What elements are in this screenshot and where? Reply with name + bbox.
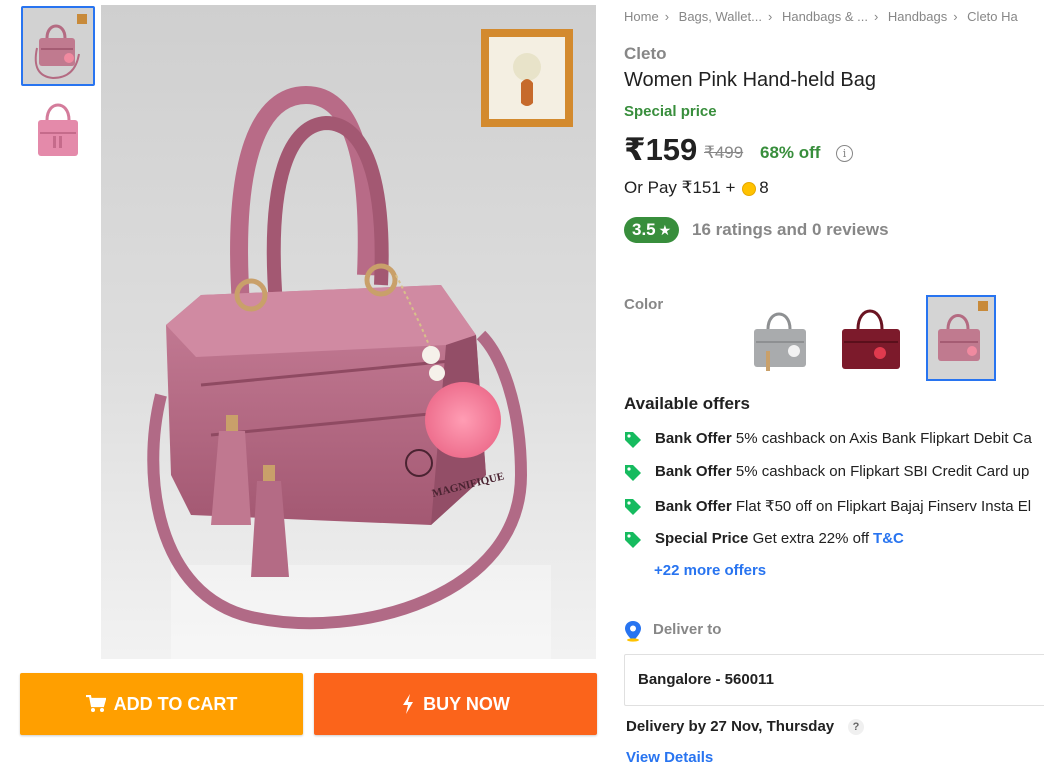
breadcrumb: Home › Bags, Wallet... › Handbags & ... › H… <box>624 9 1018 24</box>
coin-icon <box>742 181 757 196</box>
tag-icon <box>625 432 641 448</box>
terms-link[interactable]: T&C <box>873 530 904 547</box>
color-option-grey[interactable] <box>746 295 816 381</box>
add-to-cart-label: ADD TO CART <box>113 693 238 714</box>
offer-type: Special Price <box>655 530 749 547</box>
breadcrumb-separator: › <box>767 9 773 24</box>
breadcrumb-handbags[interactable]: Handbags <box>888 9 947 24</box>
offer-type: Bank Offer <box>655 498 732 515</box>
tag-icon <box>625 532 641 548</box>
grey-bag-image <box>754 312 806 371</box>
more-offers-link[interactable]: +22 more offers <box>654 562 766 579</box>
rating-value: 3.5 <box>632 220 656 239</box>
location-pin-icon <box>625 621 641 642</box>
offer-type: Bank Offer <box>655 463 732 480</box>
offer-text: Flat ₹50 off on Flipkart Bajaj Finserv I… <box>735 498 1032 515</box>
tag-icon <box>625 465 641 481</box>
breadcrumb-separator: › <box>664 9 670 24</box>
thumbnail-1[interactable] <box>21 6 95 86</box>
tag-icon <box>625 499 641 515</box>
brand-name: Cleto <box>624 44 667 63</box>
ratings-count[interactable]: 16 ratings and 0 reviews <box>692 220 889 240</box>
deliver-to-label: Deliver to <box>653 621 722 638</box>
or-pay-coins: 8 <box>759 178 769 197</box>
buy-now-label: BUY NOW <box>423 693 510 714</box>
thumbnail-bag-image <box>23 8 93 84</box>
handbag-image: MAGNIFIQUE <box>147 29 573 659</box>
offer-type: Bank Offer <box>655 430 732 447</box>
or-pay-text: Or Pay ₹151 + 8 <box>624 178 769 198</box>
breadcrumb-separator: › <box>953 9 958 24</box>
offer-text: 5% cashback on Flipkart SBI Credit Card … <box>735 463 1030 480</box>
price: ₹159 <box>624 132 698 167</box>
breadcrumb-handbags-group[interactable]: Handbags & ... <box>782 9 868 24</box>
cart-icon <box>85 695 106 712</box>
add-to-cart-button[interactable]: ADD TO CART <box>20 673 303 735</box>
pink-bag-image <box>928 297 994 379</box>
product-main-image: MAGNIFIQUE <box>101 5 596 659</box>
product-title: Women Pink Hand-held Bag <box>624 69 876 91</box>
rating-badge[interactable]: 3.5 ★ <box>624 217 680 243</box>
color-option-maroon[interactable] <box>836 295 906 381</box>
or-pay-prefix: Or Pay ₹151 + <box>624 178 736 197</box>
lightning-icon <box>403 694 414 714</box>
color-option-pink[interactable] <box>926 295 996 381</box>
breadcrumb-bags[interactable]: Bags, Wallet... <box>679 9 762 24</box>
discount-percent: 68% off <box>760 143 821 162</box>
maroon-bag-image <box>842 309 900 369</box>
color-label: Color <box>624 296 664 313</box>
view-details-link[interactable]: View Details <box>626 749 713 766</box>
breadcrumb-home[interactable]: Home <box>624 9 659 24</box>
thumbnail-bag-image <box>38 103 78 156</box>
available-offers-heading: Available offers <box>624 394 750 413</box>
mrp-price: ₹499 <box>704 143 744 162</box>
delivery-date: Delivery by 27 Nov, Thursday <box>626 718 835 735</box>
star-icon: ★ <box>658 221 672 238</box>
buy-now-button[interactable]: BUY NOW <box>314 673 597 735</box>
pincode-input[interactable]: Bangalore - 560011 <box>624 654 1044 706</box>
help-icon[interactable]: ? <box>848 719 864 735</box>
special-price-label: Special price <box>624 103 717 120</box>
offer-text: Get extra 22% off <box>752 530 870 547</box>
offer-text: 5% cashback on Axis Bank Flipkart Debit … <box>735 430 1032 447</box>
breadcrumb-separator: › <box>873 9 879 24</box>
breadcrumb-current[interactable]: Cleto Ha <box>967 9 1018 24</box>
info-icon[interactable]: i <box>836 145 853 162</box>
thumbnail-2[interactable] <box>21 90 95 170</box>
